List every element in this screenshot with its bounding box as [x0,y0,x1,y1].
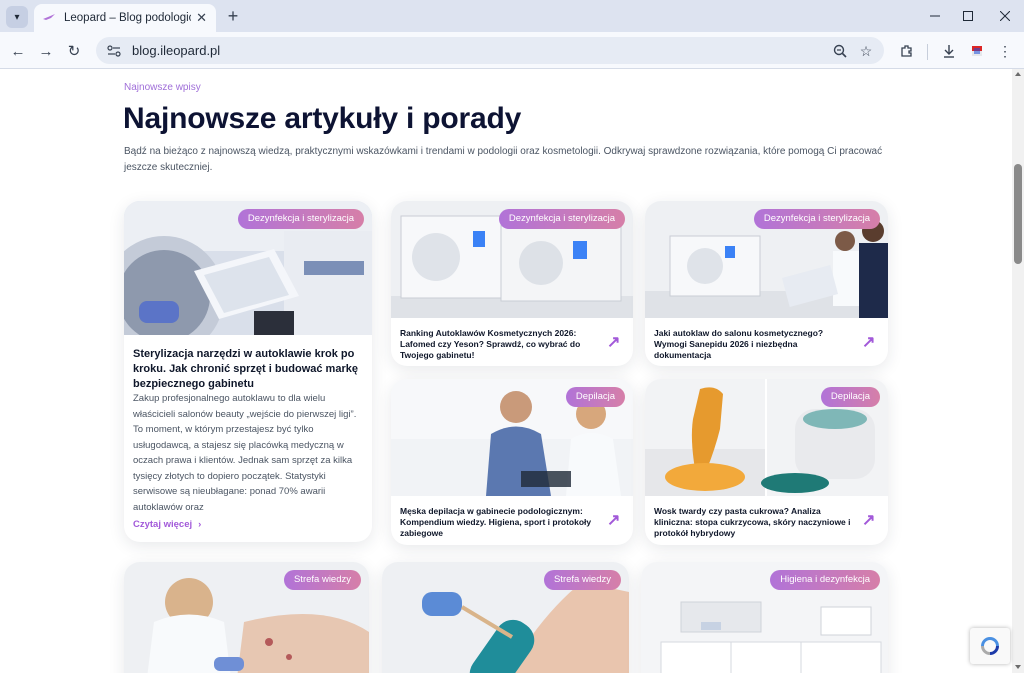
featured-title[interactable]: Sterylizacja narzędzi w autoklawie krok … [133,347,361,392]
menu-kebab-icon[interactable]: ⋮ [994,40,1016,62]
bookmark-star-icon[interactable]: ☆ [856,41,876,61]
browser-toolbar: ← → ↻ blog.ileopard.pl ☆ ⋮ [0,32,1024,69]
scroll-down-icon[interactable] [1015,665,1021,669]
forward-icon[interactable]: → [35,40,57,62]
download-icon[interactable] [938,40,960,62]
reload-icon[interactable]: ↻ [63,40,85,62]
article-title[interactable]: Jaki autoklaw do salonu kosmetycznego? W… [654,328,838,361]
arrow-up-right-icon[interactable]: ↗ [607,513,621,529]
page-content: Najnowsze wpisy Najnowsze artykuły i por… [0,69,1012,673]
chevron-right-icon: › [198,519,202,530]
article-card[interactable]: Depilacja Wosk twardy czy pasta cukrowa?… [645,379,888,545]
toolbar-divider [927,44,928,60]
article-title[interactable]: Wosk twardy czy pasta cukrowa? Analiza k… [654,506,854,539]
page-scrollbar[interactable] [1012,69,1024,673]
category-badge[interactable]: Strefa wiedzy [283,570,361,590]
article-image: Dezynfekcja i sterylizacja [645,201,888,318]
back-icon[interactable]: ← [7,40,29,62]
zoom-icon[interactable] [830,41,850,61]
address-bar[interactable]: blog.ileopard.pl ☆ [96,37,884,64]
featured-excerpt: Zakup profesjonalnego autoklawu to dla w… [133,393,357,513]
tab-bar: ▾ Leopard – Blog podologiczny i k ✕ + [0,0,1024,32]
scroll-thumb[interactable] [1014,164,1022,264]
tab-close-icon[interactable]: ✕ [195,10,208,26]
section-eyebrow: Najnowsze wpisy [124,82,201,93]
category-badge[interactable]: Depilacja [820,387,880,407]
new-tab-icon[interactable]: + [222,6,244,28]
page-lead: Bądź na bieżąco z najnowszą wiedzą, prak… [124,146,883,173]
article-image: Depilacja [391,379,633,496]
read-more-link[interactable]: Czytaj więcej › [133,519,201,530]
article-image: Depilacja [645,379,888,496]
article-card[interactable]: Strefa wiedzy [124,562,369,673]
read-more-label: Czytaj więcej [133,519,193,530]
recaptcha-badge[interactable] [970,628,1010,664]
category-badge[interactable]: Dezynfekcja i sterylizacja [753,209,880,229]
arrow-up-right-icon[interactable]: ↗ [862,513,876,529]
category-badge[interactable]: Dezynfekcja i sterylizacja [237,209,364,229]
article-image: Dezynfekcja i sterylizacja [391,201,633,318]
article-image: Higiena i dezynfekcja [641,562,888,673]
arrow-up-right-icon[interactable]: ↗ [862,335,876,351]
active-tab[interactable]: Leopard – Blog podologiczny i k ✕ [34,4,216,32]
article-title[interactable]: Ranking Autoklawów Kosmetycznych 2026: L… [400,328,584,361]
category-badge[interactable]: Depilacja [565,387,625,407]
tab-title: Leopard – Blog podologiczny i k [64,12,191,24]
article-card[interactable]: Higiena i dezynfekcja [641,562,888,673]
profile-flag-icon[interactable] [966,40,988,62]
page-title: Najnowsze artykuły i porady [123,102,522,135]
url-text: blog.ileopard.pl [132,43,221,58]
recaptcha-icon [981,637,999,655]
category-badge[interactable]: Dezynfekcja i sterylizacja [498,209,625,229]
article-title[interactable]: Męska depilacja w gabinecie podologiczny… [400,506,596,539]
tab-search-icon[interactable]: ▾ [6,6,28,28]
article-card[interactable]: Dezynfekcja i sterylizacja Jaki autoklaw… [645,201,888,366]
maximize-icon[interactable] [957,6,979,26]
site-info-icon[interactable] [106,43,122,59]
featured-image: Dezynfekcja i sterylizacja [124,201,372,335]
article-image: Strefa wiedzy [382,562,629,673]
browser-chrome: ▾ Leopard – Blog podologiczny i k ✕ + ← … [0,0,1024,69]
article-card[interactable]: Strefa wiedzy [382,562,629,673]
category-badge[interactable]: Strefa wiedzy [543,570,621,590]
leopard-favicon-icon [42,11,56,25]
article-image: Strefa wiedzy [124,562,369,673]
category-badge[interactable]: Higiena i dezynfekcja [770,570,880,590]
extensions-icon[interactable] [896,40,918,62]
minimize-icon[interactable] [924,6,946,26]
article-card[interactable]: Depilacja Męska depilacja w gabinecie po… [391,379,633,545]
article-card[interactable]: Dezynfekcja i sterylizacja Ranking Autok… [391,201,633,366]
close-window-icon[interactable] [994,6,1016,26]
scroll-up-icon[interactable] [1015,72,1021,76]
arrow-up-right-icon[interactable]: ↗ [607,335,621,351]
featured-article-card[interactable]: Dezynfekcja i sterylizacja Sterylizacja … [124,201,372,542]
